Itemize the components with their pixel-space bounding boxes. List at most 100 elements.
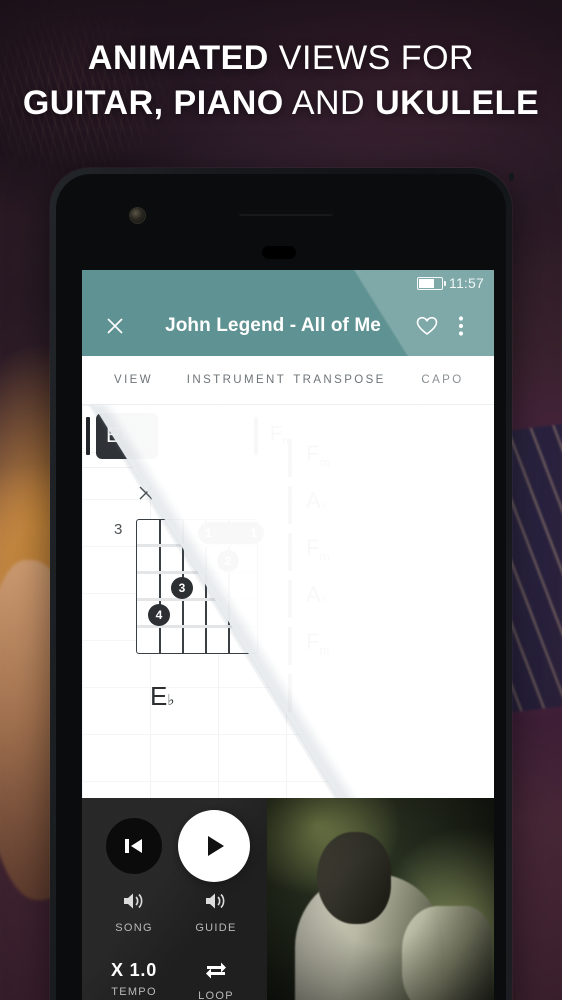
tab-view[interactable]: VIEW [82, 374, 185, 386]
list-item[interactable] [288, 668, 408, 715]
tempo-control[interactable]: X 1.0 TEMPO [92, 960, 176, 998]
phone-screen: 11:57 John Legend - All of Me VIEW INSTR… [82, 270, 494, 1000]
list-item[interactable]: Fm [288, 433, 408, 480]
tab-bar: VIEW INSTRUMENT TRANSPOSE CAPO [82, 356, 494, 405]
status-bar-clock: 11:57 [449, 275, 484, 291]
close-button[interactable] [98, 309, 132, 343]
tempo-label: TEMPO [111, 986, 157, 998]
loop-control[interactable]: LOOP [174, 958, 258, 1000]
timeline-current-chord-root: E [106, 424, 121, 447]
chord-label: A♭ [306, 582, 327, 608]
phone-bezel: 11:57 John Legend - All of Me VIEW INSTR… [56, 174, 506, 1000]
album-art [267, 798, 494, 1000]
chord-label: Fm [306, 441, 329, 469]
chord-diagram-start-fret: 3 [114, 521, 123, 538]
fret-line [137, 544, 257, 547]
volume-icon [206, 893, 225, 909]
list-item[interactable]: A♭ [288, 480, 408, 527]
guide-volume-label: GUIDE [195, 922, 237, 934]
timeline-next-chord-root: F [270, 423, 283, 445]
timeline-current-chord[interactable]: E ♭ [96, 413, 158, 459]
chord-barline [288, 486, 292, 524]
chord-quality: m [319, 549, 330, 564]
phone-mockup: 11:57 John Legend - All of Me VIEW INSTR… [50, 168, 514, 1000]
promo-headline-rest-1: VIEWS FOR [278, 39, 475, 77]
screenshot-root: ANIMATED VIEWS FOR GUITAR, PIANO AND UKU… [0, 0, 562, 1000]
list-item[interactable]: Fm [288, 621, 408, 668]
player-bar: SONG GUIDE X 1.0 TEMPO LOOP [82, 798, 494, 1000]
finger-dot-3: 3 [171, 577, 193, 599]
guide-volume-control[interactable]: GUIDE [174, 890, 258, 934]
list-item[interactable]: Fm [288, 527, 408, 574]
promo-headline-word-animated: ANIMATED [87, 39, 269, 77]
volume-icon [124, 893, 143, 909]
loop-icon [206, 962, 226, 979]
chord-diagram-barre: 1 1 [198, 522, 264, 544]
chord-root: F [306, 441, 320, 466]
chord-barline [288, 674, 292, 712]
fret-line [137, 571, 257, 574]
tab-capo[interactable]: CAPO [391, 374, 494, 386]
chord-diagram-name: E♭ [150, 681, 174, 712]
chord-quality: m [319, 455, 330, 470]
chord-quality: m [319, 643, 330, 658]
chord-root: A [306, 488, 321, 513]
finger-dot-2: 2 [217, 550, 239, 572]
chord-barline [288, 533, 292, 571]
play-icon [208, 836, 224, 856]
app-bar: John Legend - All of Me [82, 296, 494, 356]
timeline-barline [86, 417, 90, 455]
chord-progression-list: Fm A♭ Fm A♭ Fm [288, 433, 408, 715]
chord-accidental: ♭ [320, 590, 327, 605]
promo-headline-line-2: GUITAR, PIANO AND UKULELE [0, 80, 562, 126]
chord-barline [288, 627, 292, 665]
song-title: John Legend - All of Me [165, 315, 381, 336]
chord-root: F [306, 629, 320, 654]
overflow-menu-icon [458, 316, 464, 336]
chord-diagram-fretboard: 1 1 2 3 4 [136, 519, 264, 654]
song-volume-control[interactable]: SONG [92, 890, 176, 934]
chord-label: A♭ [306, 488, 327, 514]
chord-diagram-name-root: E [150, 681, 168, 711]
timeline-barline-2 [254, 417, 258, 455]
battery-icon [417, 276, 446, 290]
status-bar: 11:57 [82, 270, 494, 296]
string-line [159, 520, 161, 653]
skip-previous-icon [125, 839, 142, 853]
chord-barline [288, 439, 292, 477]
tab-instrument[interactable]: INSTRUMENT [185, 374, 288, 386]
fret-line [137, 598, 257, 601]
phone-power-button [509, 173, 514, 181]
tab-transpose[interactable]: TRANSPOSE [288, 374, 391, 386]
chord-barline [288, 580, 292, 618]
list-item[interactable]: A♭ [288, 574, 408, 621]
overflow-menu-button[interactable] [444, 309, 478, 343]
tempo-value: X 1.0 [110, 960, 158, 980]
play-button[interactable] [178, 810, 250, 882]
chord-label: Fm [306, 629, 329, 657]
close-icon [107, 318, 123, 334]
chord-accidental: ♭ [320, 496, 327, 511]
promo-headline-instruments: GUITAR, PIANO [22, 84, 284, 122]
earpiece-speaker [239, 211, 333, 216]
barre-label-left: 1 [205, 526, 212, 540]
loop-label: LOOP [198, 990, 234, 1000]
chord-root: F [306, 535, 320, 560]
heart-icon [416, 316, 438, 335]
proximity-sensor [262, 246, 296, 259]
previous-button[interactable] [106, 818, 162, 874]
chord-diagram-name-accidental: ♭ [167, 692, 175, 709]
player-controls: SONG GUIDE X 1.0 TEMPO LOOP [82, 798, 267, 1000]
promo-headline-ukulele: UKULELE [375, 84, 540, 122]
promo-headline: ANIMATED VIEWS FOR GUITAR, PIANO AND UKU… [0, 36, 562, 126]
promo-headline-and: AND [291, 84, 366, 122]
front-camera-icon [130, 208, 145, 223]
song-volume-label: SONG [115, 922, 153, 934]
promo-headline-line-1: ANIMATED VIEWS FOR [0, 36, 562, 80]
timeline-current-chord-accidental: ♭ [121, 428, 128, 443]
muted-string-icon [139, 486, 153, 500]
chord-root: A [306, 582, 321, 607]
barre-label-right: 1 [250, 526, 257, 540]
favorite-button[interactable] [410, 309, 444, 343]
finger-dot-4: 4 [148, 604, 170, 626]
